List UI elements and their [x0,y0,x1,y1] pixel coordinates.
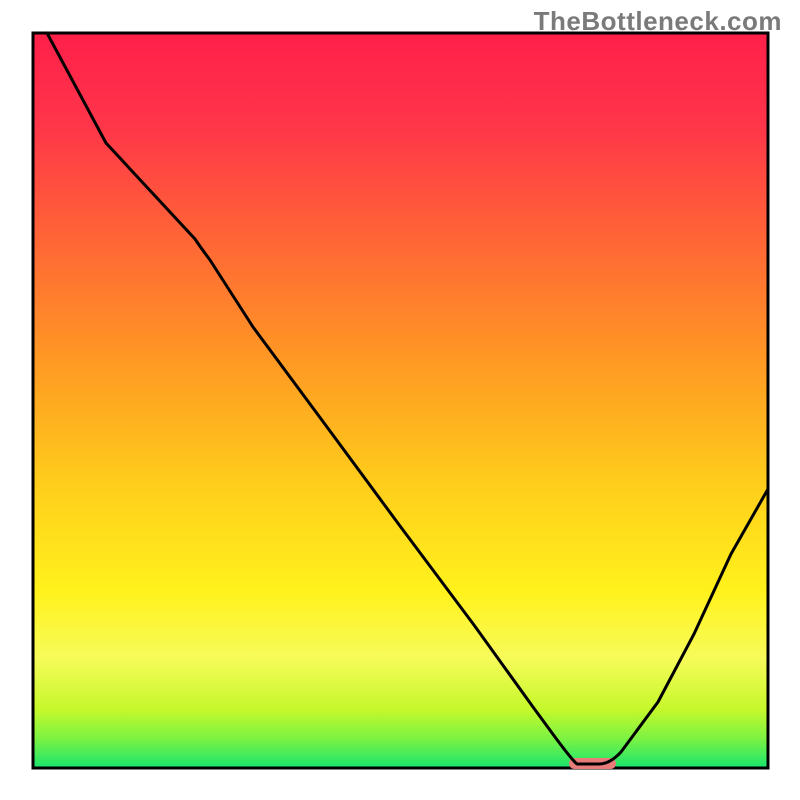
chart-root: TheBottleneck.com [0,0,800,800]
plot-background [33,33,768,768]
watermark-text: TheBottleneck.com [534,6,782,37]
chart-svg [0,0,800,800]
